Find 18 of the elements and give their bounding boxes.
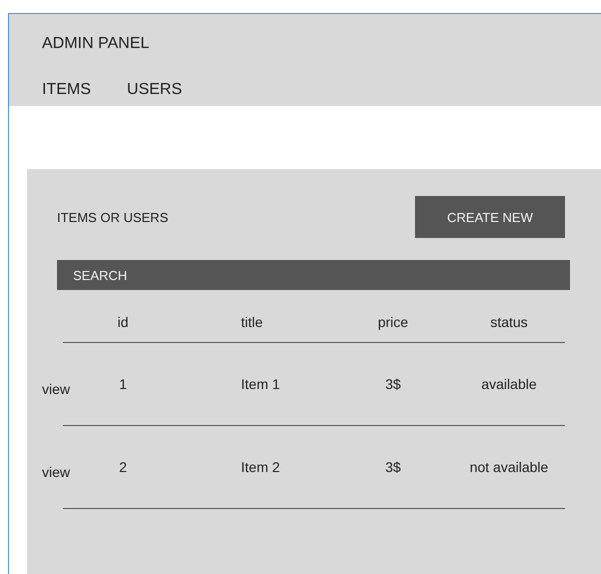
- nav-link[interactable]: ITEMS: [42, 80, 91, 100]
- table-cell-text: Item 2: [240, 459, 281, 475]
- table-cell-text: 3$: [384, 376, 402, 392]
- table-cell-text: available: [480, 376, 538, 392]
- table-cell-text: 3$: [384, 459, 402, 475]
- app-title: ADMIN PANEL: [42, 34, 150, 54]
- column-header: status: [489, 314, 529, 330]
- search-field[interactable]: SEARCH: [57, 260, 570, 290]
- panel-title: ITEMS OR USERS: [57, 210, 168, 224]
- column-header: title: [240, 314, 264, 330]
- nav-link[interactable]: USERS: [126, 80, 182, 100]
- column-header: id: [116, 314, 130, 330]
- column-header: price: [376, 314, 410, 330]
- table-cell-text: not available: [468, 459, 550, 475]
- create-new-button[interactable]: CREATE NEW: [415, 196, 565, 238]
- view-link[interactable]: view: [42, 380, 70, 396]
- table-cell-text: Item 1: [240, 376, 281, 392]
- view-link[interactable]: view: [42, 464, 70, 480]
